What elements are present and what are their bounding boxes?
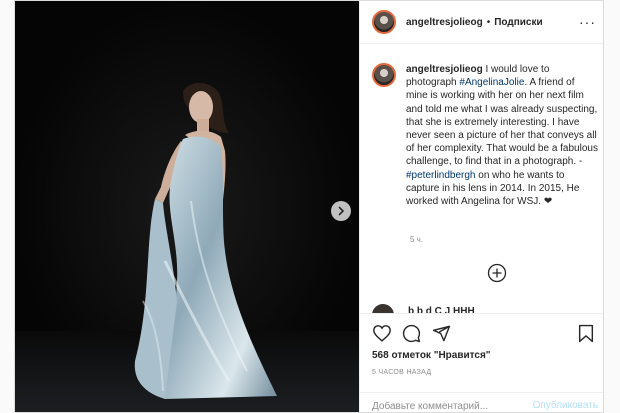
photo-image — [15, 1, 359, 412]
publish-button[interactable]: Опубликовать — [533, 400, 598, 411]
comment-button[interactable] — [402, 324, 421, 348]
save-button[interactable] — [578, 324, 594, 348]
comment-icon — [402, 324, 421, 343]
share-button[interactable] — [432, 324, 451, 348]
caption-mention[interactable]: #peterlindbergh — [406, 170, 476, 181]
post-photo[interactable] — [15, 1, 359, 412]
bookmark-icon — [578, 324, 594, 343]
comment-input[interactable] — [372, 399, 522, 412]
post-time-ago: 5 ЧАСОВ НАЗАД — [372, 369, 432, 376]
header-username[interactable]: angeltresjolieog — [406, 17, 483, 28]
heart-icon — [373, 325, 391, 342]
more-options-icon[interactable]: ··· — [579, 15, 596, 29]
likes-count[interactable]: 568 отметок "Нравится" — [372, 350, 491, 361]
share-icon — [432, 325, 451, 342]
plus-circle-icon — [487, 263, 507, 283]
caption-hashtag[interactable]: #AngelinaJolie — [459, 77, 524, 88]
instagram-post: angeltresjolieog • Подписки ··· angeltre… — [14, 0, 604, 413]
post-side-panel: angeltresjolieog • Подписки ··· angeltre… — [359, 1, 603, 412]
follow-button[interactable]: Подписки — [494, 17, 542, 28]
caption-timestamp: 5 ч. — [410, 235, 424, 244]
chevron-right-icon — [338, 206, 345, 216]
caption: angeltresjolieog I would love to photogr… — [372, 63, 598, 208]
caption-text: angeltresjolieog I would love to photogr… — [406, 63, 598, 208]
caption-part-2: . A friend of mine is working with her o… — [406, 77, 598, 168]
next-photo-button[interactable] — [331, 201, 351, 221]
post-header: angeltresjolieog • Подписки ··· — [360, 1, 603, 44]
caption-avatar[interactable] — [372, 63, 396, 87]
like-button[interactable] — [372, 324, 392, 347]
load-more-comments-button[interactable] — [487, 263, 507, 283]
header-separator: • — [486, 16, 491, 28]
caption-username[interactable]: angeltresjolieog — [406, 64, 483, 75]
action-bar: 568 отметок "Нравится" 5 ЧАСОВ НАЗАД Опу… — [360, 313, 603, 412]
comment-bar: Опубликовать — [360, 392, 603, 412]
avatar[interactable] — [372, 10, 396, 34]
